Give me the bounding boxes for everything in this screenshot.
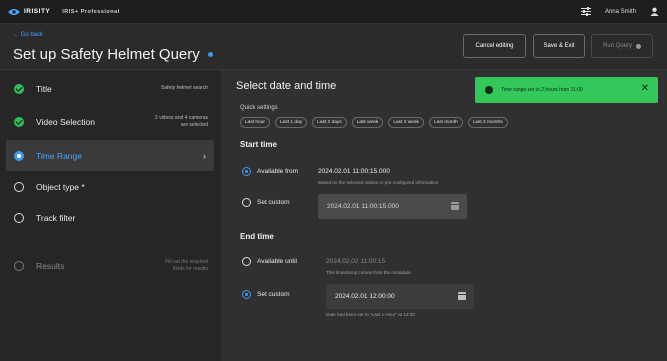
time-range-panel: Select date and time Quick settings Last… <box>221 70 667 361</box>
end-available-hint: This timestamp comes from the metadata <box>326 270 411 275</box>
start-available-hint: Based on the selected videos or pre-conf… <box>318 180 440 185</box>
start-custom-field[interactable]: 2024.02.01 11:00:15.000 <box>318 194 467 219</box>
step-video-selection[interactable]: Video Selection 2 videos and 4 cameras ar… <box>6 106 214 137</box>
step-note: Safety helmet search <box>161 85 208 92</box>
user-name[interactable]: Anna Smith <box>605 9 636 15</box>
step-results: Results Fill out the required fields for … <box>6 250 214 281</box>
step-label: Track filter <box>36 212 76 223</box>
run-query-label: Run Query <box>602 43 632 49</box>
irisity-logo-icon <box>8 8 20 15</box>
save-exit-button[interactable]: Save & Exit <box>533 34 585 58</box>
end-available-radio[interactable] <box>242 257 251 266</box>
end-custom-radio[interactable] <box>242 290 251 299</box>
close-icon[interactable]: ✕ <box>641 83 649 94</box>
empty-step-icon <box>14 260 24 271</box>
end-custom-hint: Date had been set to "Last 1 Hour" at 12… <box>326 312 415 317</box>
chip-last-1-day[interactable]: Last 1 day <box>275 117 308 128</box>
end-available-value: 2024.02.02 11:00:15 <box>326 258 386 265</box>
start-available-radio[interactable] <box>242 167 251 176</box>
chip-last-2-months[interactable]: Last 2 months <box>467 117 508 128</box>
run-status-icon <box>636 43 641 49</box>
step-label: Object type * <box>36 181 85 192</box>
start-custom-label: Set custom <box>257 199 290 206</box>
success-icon <box>485 86 493 94</box>
product-name: IRIS+ Professional <box>62 8 120 15</box>
step-note: Fill out the required fields for results <box>165 259 208 272</box>
quick-settings-chips: Last hour Last 1 day Last 2 days Last we… <box>240 117 508 128</box>
logo-text: IRISITY <box>24 8 51 15</box>
step-label: Video Selection <box>36 116 95 127</box>
calendar-icon[interactable] <box>451 202 459 210</box>
steps-sidebar: Title Safety helmet search Video Selecti… <box>0 70 221 361</box>
success-toast: Time range set to 2 hours from 11:00 ✕ <box>475 77 658 103</box>
unsaved-indicator-icon <box>207 52 213 57</box>
chip-last-week[interactable]: Last week <box>351 117 384 128</box>
chip-last-2-week[interactable]: Last 2 week <box>388 117 424 128</box>
end-custom-value: 2024.02.01 12:00:00 <box>335 293 395 300</box>
page-title: Set up Safety Helmet Query <box>13 46 213 63</box>
current-step-icon <box>14 150 24 161</box>
end-time-title: End time <box>240 232 274 241</box>
top-bar: IRISITY IRIS+ Professional Anna Smith <box>0 0 667 24</box>
step-track-filter[interactable]: Track filter <box>6 202 214 233</box>
step-label: Time Range <box>36 150 82 161</box>
empty-step-icon <box>14 212 24 223</box>
user-avatar-icon[interactable] <box>650 7 659 16</box>
calendar-icon[interactable] <box>458 292 466 300</box>
section-title: Select date and time <box>236 80 337 92</box>
chip-last-month[interactable]: Last month <box>428 117 463 128</box>
end-custom-field[interactable]: 2024.02.01 12:00:00 <box>326 284 474 309</box>
page-title-text: Set up Safety Helmet Query <box>13 46 200 63</box>
empty-step-icon <box>14 181 24 192</box>
chevron-right-icon: › <box>203 150 206 161</box>
start-custom-value: 2024.02.01 11:00:15.000 <box>327 203 399 210</box>
step-object-type[interactable]: Object type * <box>6 171 214 202</box>
end-custom-label: Set custom <box>257 291 290 298</box>
cancel-editing-button[interactable]: Cancel editing <box>463 34 526 58</box>
step-label: Title <box>36 83 52 94</box>
start-time-title: Start time <box>240 140 277 149</box>
start-available-label: Available from <box>257 168 299 175</box>
step-title[interactable]: Title Safety helmet search <box>6 73 214 104</box>
toast-message: Time range set to 2 hours from 11:00 <box>501 87 583 93</box>
end-available-label: Available until <box>257 258 297 265</box>
run-query-button[interactable]: Run Query <box>591 34 653 58</box>
check-icon <box>14 116 24 127</box>
quick-settings-label: Quick settings <box>240 105 278 111</box>
go-back-link[interactable]: ← Go back <box>13 32 43 38</box>
step-note: 2 videos and 4 cameras are selected <box>154 115 208 128</box>
start-custom-radio[interactable] <box>242 198 251 207</box>
start-available-value: 2024.02.01 11:00:15.000 <box>318 168 390 175</box>
chip-last-hour[interactable]: Last hour <box>240 117 271 128</box>
page-header: ← Go back Set up Safety Helmet Query Can… <box>0 24 667 70</box>
step-label: Results <box>36 260 65 271</box>
check-icon <box>14 83 24 94</box>
logo[interactable]: IRISITY IRIS+ Professional <box>8 8 120 16</box>
settings-sliders-icon[interactable] <box>580 7 591 16</box>
step-time-range[interactable]: Time Range › <box>6 140 214 171</box>
chip-last-2-days[interactable]: Last 2 days <box>312 117 347 128</box>
